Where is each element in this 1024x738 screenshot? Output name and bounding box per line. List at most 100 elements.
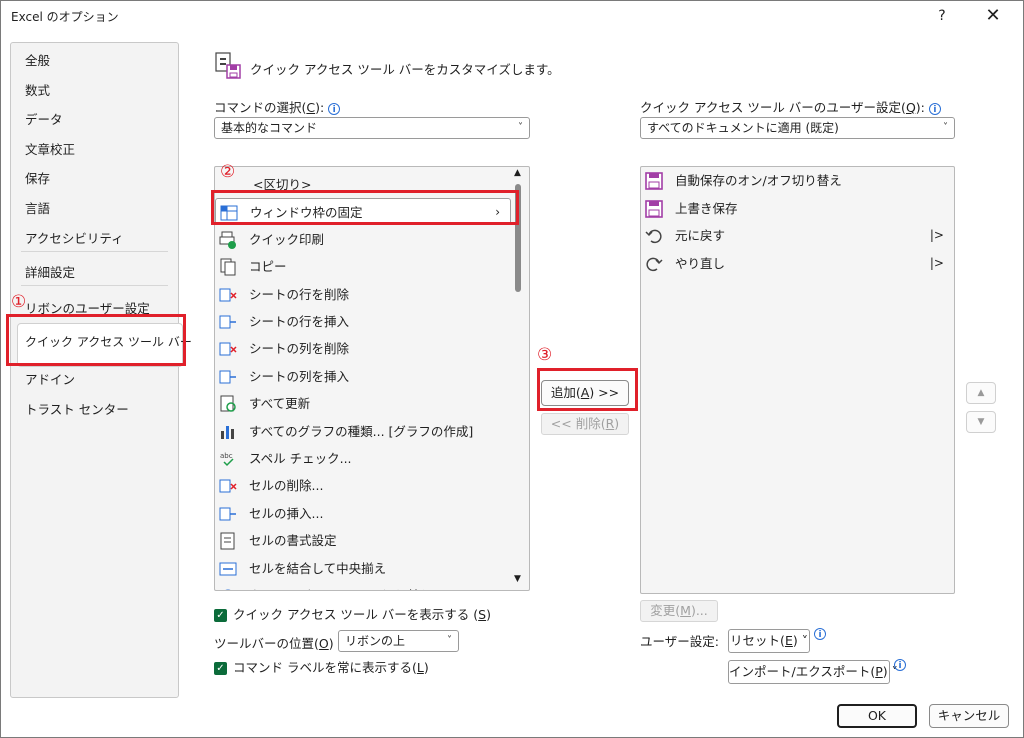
qat-item-label: 上書き保存 <box>675 200 738 216</box>
info-icon[interactable]: i <box>328 102 341 115</box>
toolbar-position-label: ツールバーの位置(O) <box>214 636 334 651</box>
scroll-down-icon[interactable]: ▼ <box>514 574 521 584</box>
sidebar-divider <box>21 251 168 252</box>
remove-button[interactable]: << 削除(R) <box>541 413 629 435</box>
command-delete-row[interactable]: シートの行を削除 <box>215 281 511 308</box>
command-label: セルの削除... <box>249 478 324 494</box>
sidebar-item-accessibility[interactable]: アクセシビリティ <box>25 228 124 247</box>
submenu-arrow-icon: |> <box>929 228 944 242</box>
sidebar-item-save[interactable]: 保存 <box>25 168 50 187</box>
command-format-cells[interactable]: セルの書式設定 <box>215 527 511 554</box>
qat-item-autosave[interactable]: 自動保存のオン/オフ切り替え <box>641 167 954 194</box>
page-heading: クイック アクセス ツール バーをカスタマイズします。 <box>250 62 560 77</box>
save-icon <box>645 199 663 218</box>
close-button[interactable]: ✕ <box>978 4 1008 28</box>
qat-item-redo[interactable]: やり直し |> <box>641 250 954 277</box>
info-icon[interactable]: i <box>928 102 941 115</box>
move-down-button[interactable]: ▼ <box>966 411 996 433</box>
info-icon[interactable]: i <box>894 659 906 671</box>
format-cells-icon <box>219 532 237 550</box>
arrow-up-icon: ▲ <box>977 388 985 398</box>
help-button[interactable]: ? <box>928 4 956 28</box>
copy-icon <box>219 258 237 276</box>
info-icon[interactable]: i <box>814 628 826 640</box>
command-merge-center[interactable]: セルを結合して中央揃え <box>215 555 511 582</box>
toolbar-position-select[interactable]: リボンの上 ˅ <box>338 630 459 652</box>
chevron-down-icon: ˅ <box>518 122 523 133</box>
sidebar-item-trust-center[interactable]: トラスト センター <box>25 399 129 418</box>
move-up-button[interactable]: ▲ <box>966 382 996 404</box>
qat-item-label: 自動保存のオン/オフ切り替え <box>675 173 842 188</box>
command-source-select[interactable]: 基本的なコマンド ˅ <box>214 117 530 139</box>
insert-row-icon <box>219 313 237 331</box>
sidebar-item-general[interactable]: 全般 <box>25 50 50 69</box>
delete-column-icon <box>219 340 237 358</box>
qat-item-label: やり直し <box>675 255 726 271</box>
always-show-labels-checkbox[interactable]: ✓ コマンド ラベルを常に表示する(L) <box>214 657 429 676</box>
show-qat-checkbox[interactable]: ✓ クイック アクセス ツール バーを表示する (S) <box>214 604 491 623</box>
command-label: シートの行を削除 <box>249 286 350 302</box>
commands-listbox[interactable]: <区切り> ウィンドウ枠の固定 › クイック印刷 コピー シートの行を削除 シートの行を挿入… <box>214 166 530 591</box>
command-label: すべてのグラフの種類... [グラフの作成] <box>249 423 474 439</box>
command-insert-cells[interactable]: セルの挿入... <box>215 500 511 527</box>
command-insert-column[interactable]: シートの列を挿入 <box>215 363 511 390</box>
modify-button[interactable]: 変更(M)... <box>640 600 718 622</box>
cancel-button[interactable]: キャンセル <box>929 704 1009 728</box>
reset-button[interactable]: リセット(E) ˅ <box>728 629 810 653</box>
command-label: セルの書式設定 <box>249 533 337 549</box>
sidebar-item-language[interactable]: 言語 <box>25 198 50 217</box>
touch-mode-icon <box>219 587 237 590</box>
commands-scrollbar[interactable]: ▲ ▼ <box>511 166 529 589</box>
sidebar-item-addins[interactable]: アドイン <box>25 369 75 388</box>
command-label: セルの挿入... <box>249 505 324 521</box>
qat-commands-listbox[interactable]: 自動保存のオン/オフ切り替え 上書き保存元に戻す |> やり直し |> <box>640 166 955 594</box>
sidebar-item-advanced[interactable]: 詳細設定 <box>25 262 75 281</box>
import-export-button[interactable]: インポート/エクスポート(P) ˅ <box>728 660 898 684</box>
submenu-arrow-icon: › <box>496 582 501 590</box>
sidebar: 全般 数式 データ 文章校正 保存 言語 アクセシビリティ 詳細設定 リボンのユ… <box>10 42 192 698</box>
qat-item-undo[interactable]: 元に戻す |> <box>641 222 954 249</box>
qat-customize-icon <box>214 51 242 81</box>
command-label: シートの列を挿入 <box>249 368 350 384</box>
command-label: シートの行を挿入 <box>249 314 350 329</box>
command-chart-types[interactable]: すべてのグラフの種類... [グラフの作成] <box>215 418 511 445</box>
command-refresh-all[interactable]: すべて更新 <box>215 390 511 417</box>
customizations-label: ユーザー設定: <box>640 634 719 649</box>
command-copy[interactable]: コピー <box>215 253 511 280</box>
command-label: スペル チェック... <box>249 451 352 466</box>
sidebar-item-formulas[interactable]: 数式 <box>25 80 50 99</box>
annotation-box-1 <box>6 314 186 366</box>
sidebar-divider <box>21 285 168 286</box>
redo-icon <box>645 255 663 273</box>
qat-scope-label: クイック アクセス ツール バーのユーザー設定(Q): i <box>640 97 941 116</box>
svg-text:abc: abc <box>220 452 233 460</box>
ok-button[interactable]: OK <box>837 704 917 728</box>
qat-scope-select[interactable]: すべてのドキュメントに適用 (既定) ˅ <box>640 117 955 139</box>
save-icon <box>645 172 663 190</box>
command-insert-row[interactable]: シートの行を挿入 <box>215 308 511 335</box>
window-title: Excel のオプション <box>11 10 119 24</box>
sidebar-item-data[interactable]: データ <box>25 109 63 128</box>
command-label: シートの列を削除 <box>249 341 350 357</box>
chevron-down-icon: ˅ <box>447 635 452 646</box>
annotation-number-1: ① <box>11 292 27 312</box>
scroll-up-icon[interactable]: ▲ <box>514 168 521 178</box>
checkbox-checked-icon[interactable]: ✓ <box>214 609 227 622</box>
command-quick-print[interactable]: クイック印刷 <box>215 226 511 253</box>
command-touch-mode[interactable]: タッチ/マウス モードの切り替え › <box>215 582 511 590</box>
sidebar-item-proofing[interactable]: 文章校正 <box>25 139 75 158</box>
submenu-arrow-icon: |> <box>929 255 944 270</box>
insert-cells-icon <box>219 505 237 523</box>
delete-row-icon <box>219 286 237 304</box>
command-delete-column[interactable]: シートの列を削除 <box>215 335 511 362</box>
qat-item-save[interactable]: 上書き保存 <box>641 195 954 222</box>
title-bar <box>1 1 1023 31</box>
insert-column-icon <box>219 368 237 386</box>
command-label: クイック印刷 <box>249 231 325 247</box>
command-spell-check[interactable]: abc スペル チェック... <box>215 445 511 472</box>
chevron-down-icon: ˅ <box>943 122 948 133</box>
command-delete-cells[interactable]: セルの削除... <box>215 472 511 499</box>
spell-check-icon: abc <box>219 450 237 468</box>
command-label: タッチ/マウス モードの切り替え <box>249 582 432 590</box>
checkbox-checked-icon[interactable]: ✓ <box>214 662 227 675</box>
